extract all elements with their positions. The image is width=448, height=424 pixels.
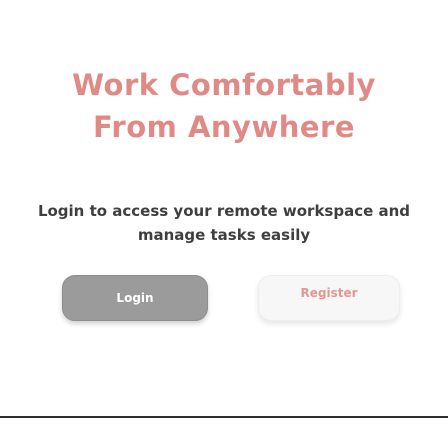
hero-title: Work Comfortably From Anywhere [0,64,448,148]
hero-title-line-1: Work Comfortably [72,68,376,102]
hero-title-line-2: From Anywhere [92,110,356,144]
login-button[interactable]: Login [62,275,208,321]
bottom-divider [0,416,448,418]
hero-subtitle: Login to access your remote workspace an… [37,202,411,244]
register-button[interactable]: Register [258,275,400,321]
landing-screen: Work Comfortably From Anywhere Login to … [0,0,448,424]
